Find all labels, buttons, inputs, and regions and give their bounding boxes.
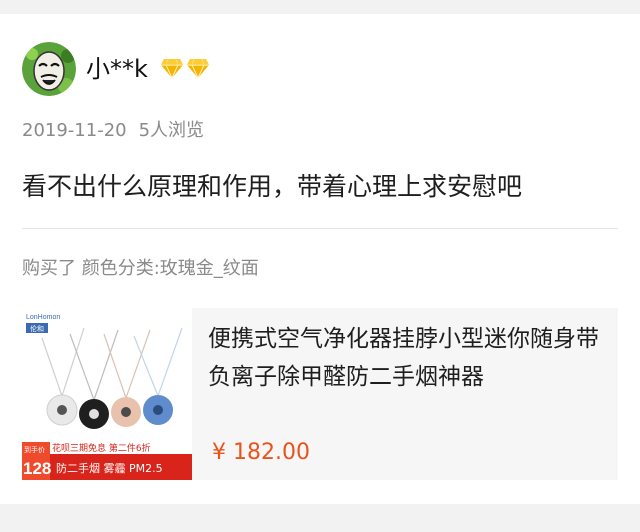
product-price: ¥ 182.00: [212, 440, 310, 465]
purchase-info: 购买了 颜色分类:玫瑰金_纹面: [22, 258, 259, 279]
product-title[interactable]: 便携式空气净化器挂脖小型迷你随身带负离子除甲醛防二手烟神器: [208, 320, 608, 396]
feature-text: 防二手烟 雾霾 PM2.5: [56, 461, 163, 475]
product-image: LonHomon 伦和 花呗三期免息 第二件6折 到手价 128 防二手烟 雾霾…: [22, 308, 192, 480]
product-thumbnail[interactable]: LonHomon 伦和 花呗三期免息 第二件6折 到手价 128 防二手烟 雾霾…: [22, 308, 192, 480]
user-avatar[interactable]: [22, 42, 76, 96]
diamond-icon: [161, 58, 183, 79]
view-count: 5人浏览: [138, 120, 205, 141]
review-meta: 2019-11-20 5人浏览: [22, 119, 204, 143]
username[interactable]: 小**k: [86, 52, 148, 86]
top-separator: [0, 0, 640, 14]
bottom-separator: [0, 504, 640, 532]
user-level-badges: [160, 57, 210, 79]
review-text: 看不出什么原理和作用，带着心理上求安慰吧: [22, 172, 523, 201]
price-label: 到手价: [24, 445, 45, 454]
brand-sub-label: 伦和: [30, 324, 44, 333]
brand-label: LonHomon: [26, 314, 60, 321]
diamond-icon: [187, 58, 209, 79]
divider: [22, 228, 618, 229]
product-card[interactable]: LonHomon 伦和 花呗三期免息 第二件6折 到手价 128 防二手烟 雾霾…: [22, 308, 618, 480]
promo-line: 花呗三期免息 第二件6折: [52, 442, 151, 454]
thumb-price: 128: [23, 459, 51, 478]
review-date: 2019-11-20: [22, 120, 127, 141]
masked-face-avatar-icon: [22, 42, 76, 96]
